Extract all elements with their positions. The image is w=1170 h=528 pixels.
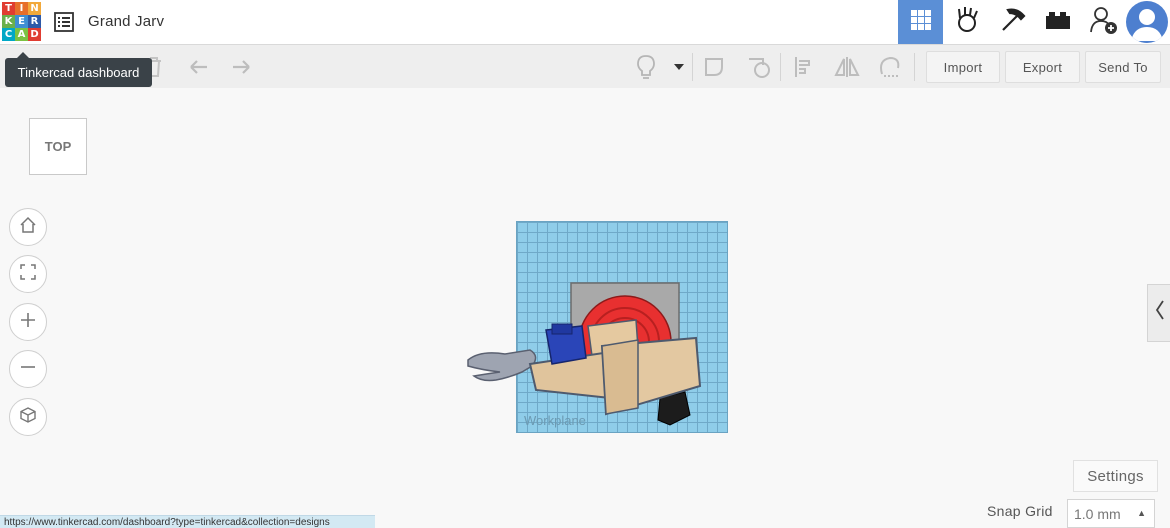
logo-letter: R — [28, 15, 41, 28]
home-view-button[interactable] — [9, 208, 47, 246]
status-url-bar: https://www.tinkercad.com/dashboard?type… — [0, 515, 375, 528]
minecraft-button[interactable] — [990, 0, 1035, 44]
caret-up-icon: ▲ — [1137, 508, 1146, 518]
snap-grid-select[interactable]: 1.0 mm ▲ — [1067, 499, 1155, 528]
settings-button[interactable]: Settings — [1073, 460, 1158, 492]
user-avatar[interactable] — [1126, 1, 1168, 43]
3d-model-scene[interactable] — [460, 280, 720, 430]
home-icon — [19, 216, 37, 239]
toolbar-divider — [914, 53, 915, 81]
send-to-button[interactable]: Send To — [1085, 51, 1161, 83]
perspective-icon — [19, 406, 37, 429]
3d-design-view-button[interactable] — [898, 0, 943, 44]
circuits-button[interactable] — [944, 0, 989, 44]
top-header: T I N K E R C A D Grand Jarv — [0, 0, 1170, 45]
snap-grid-value: 1.0 mm — [1074, 505, 1121, 522]
mirror-icon[interactable] — [833, 53, 861, 81]
chevron-left-icon — [1155, 299, 1165, 327]
design-list-icon[interactable] — [53, 11, 75, 33]
chevron-down-icon[interactable] — [665, 53, 693, 81]
undo-icon[interactable] — [185, 53, 213, 81]
brick-icon — [1045, 10, 1071, 35]
dashboard-tooltip: Tinkercad dashboard — [5, 52, 152, 87]
cruise-icon[interactable] — [876, 53, 904, 81]
align-icon[interactable] — [790, 53, 818, 81]
logo-letter: I — [15, 2, 28, 15]
perspective-button[interactable] — [9, 398, 47, 436]
add-user-icon — [1089, 5, 1119, 40]
circuit-hand-icon — [954, 6, 980, 39]
grid-icon — [910, 9, 932, 36]
ungroup-icon[interactable] — [746, 53, 774, 81]
zoom-out-button[interactable] — [9, 350, 47, 388]
edit-toolbar: Import Export Send To — [0, 45, 1170, 88]
lego-bricks-button[interactable] — [1035, 0, 1080, 44]
export-button[interactable]: Export — [1005, 51, 1080, 83]
logo-letter: N — [28, 2, 41, 15]
add-user-button[interactable] — [1081, 0, 1126, 44]
import-button[interactable]: Import — [926, 51, 1000, 83]
group-icon[interactable] — [702, 53, 730, 81]
snap-grid-label: Snap Grid — [987, 503, 1053, 519]
logo-letter: A — [15, 28, 28, 41]
zoom-out-icon — [19, 358, 37, 381]
tinkercad-logo[interactable]: T I N K E R C A D — [2, 2, 42, 42]
lightbulb-icon[interactable] — [632, 53, 660, 81]
design-title[interactable]: Grand Jarv — [88, 13, 164, 30]
zoom-in-button[interactable] — [9, 303, 47, 341]
zoom-in-icon — [19, 311, 37, 334]
claw-shape — [467, 349, 537, 382]
toolbar-divider — [780, 53, 781, 81]
view-cube[interactable]: TOP — [29, 118, 87, 175]
pickaxe-icon — [999, 6, 1027, 39]
shapes-panel-toggle[interactable] — [1147, 284, 1170, 342]
logo-letter: K — [2, 15, 15, 28]
logo-letter: T — [2, 2, 15, 15]
redo-icon[interactable] — [227, 53, 255, 81]
fit-view-icon — [19, 263, 37, 286]
logo-letter: C — [2, 28, 15, 41]
toolbar-divider — [692, 53, 693, 81]
logo-letter: D — [28, 28, 41, 41]
logo-letter: E — [15, 15, 28, 28]
fit-view-button[interactable] — [9, 255, 47, 293]
